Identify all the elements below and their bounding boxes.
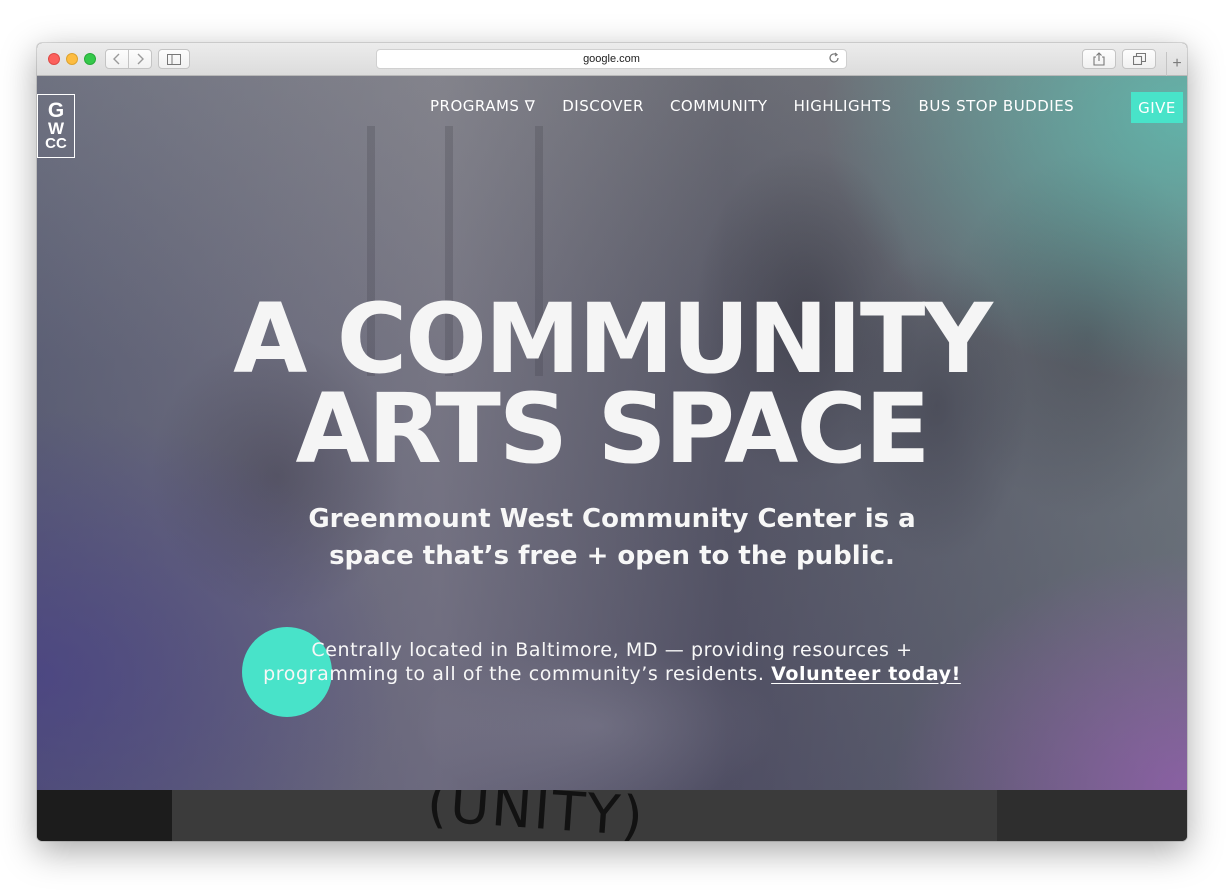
hero-subhead: Greenmount West Community Center is a sp… <box>308 504 916 571</box>
main-nav: PROGRAMS ∇ DISCOVER COMMUNITY HIGHLIGHTS… <box>430 97 1098 115</box>
unity-sign-text: (UNITY) <box>425 790 647 841</box>
next-section-preview: (UNITY) <box>37 790 1187 841</box>
site-logo[interactable]: G W CC <box>37 94 75 158</box>
hero-description: Centrally located in Baltimore, MD — pro… <box>217 638 1007 686</box>
sidebar-toggle-button[interactable] <box>158 49 190 69</box>
logo-letters-cc: CC <box>45 135 67 152</box>
give-button[interactable]: GIVE <box>1131 92 1183 123</box>
reload-icon[interactable] <box>828 52 840 64</box>
logo-letter-g: G <box>47 99 65 122</box>
close-window-button[interactable] <box>48 53 60 65</box>
share-icon <box>1093 52 1105 66</box>
tabs-icon <box>1132 53 1146 65</box>
new-tab-button[interactable]: + <box>1166 52 1187 76</box>
plus-icon: + <box>1172 55 1182 72</box>
headline-line-2: ARTS SPACE <box>295 373 931 485</box>
show-tabs-button[interactable] <box>1122 49 1156 69</box>
description-line-2: programming to all of the community’s re… <box>217 662 1007 686</box>
url-text: google.com <box>583 53 640 65</box>
back-button[interactable] <box>105 49 129 69</box>
hero-section: G W CC PROGRAMS ∇ DISCOVER COMMUNITY HIG… <box>37 76 1187 790</box>
browser-toolbar: google.com + <box>37 43 1187 76</box>
nav-highlights[interactable]: HIGHLIGHTS <box>794 97 892 115</box>
volunteer-link[interactable]: Volunteer today! <box>771 663 961 685</box>
share-button[interactable] <box>1082 49 1116 69</box>
headline-line-1: A COMMUNITY <box>233 283 993 395</box>
browser-window: google.com + G W CC PROGRAMS ∇ DISCOVER … <box>37 43 1187 841</box>
address-bar[interactable]: google.com <box>376 49 847 69</box>
nav-programs[interactable]: PROGRAMS ∇ <box>430 97 535 115</box>
minimize-window-button[interactable] <box>66 53 78 65</box>
nav-community[interactable]: COMMUNITY <box>670 97 768 115</box>
maximize-window-button[interactable] <box>84 53 96 65</box>
forward-button[interactable] <box>128 49 152 69</box>
description-line-1: Centrally located in Baltimore, MD — pro… <box>311 639 913 661</box>
nav-bus-stop-buddies[interactable]: BUS STOP BUDDIES <box>919 97 1075 115</box>
nav-discover[interactable]: DISCOVER <box>562 97 644 115</box>
sidebar-icon <box>167 53 181 65</box>
description-line-2-text: programming to all of the community’s re… <box>263 663 765 685</box>
chevron-right-icon <box>137 53 144 65</box>
hero-headline: A COMMUNITY ARTS SPACE <box>37 283 1187 485</box>
chevron-left-icon <box>113 53 120 65</box>
